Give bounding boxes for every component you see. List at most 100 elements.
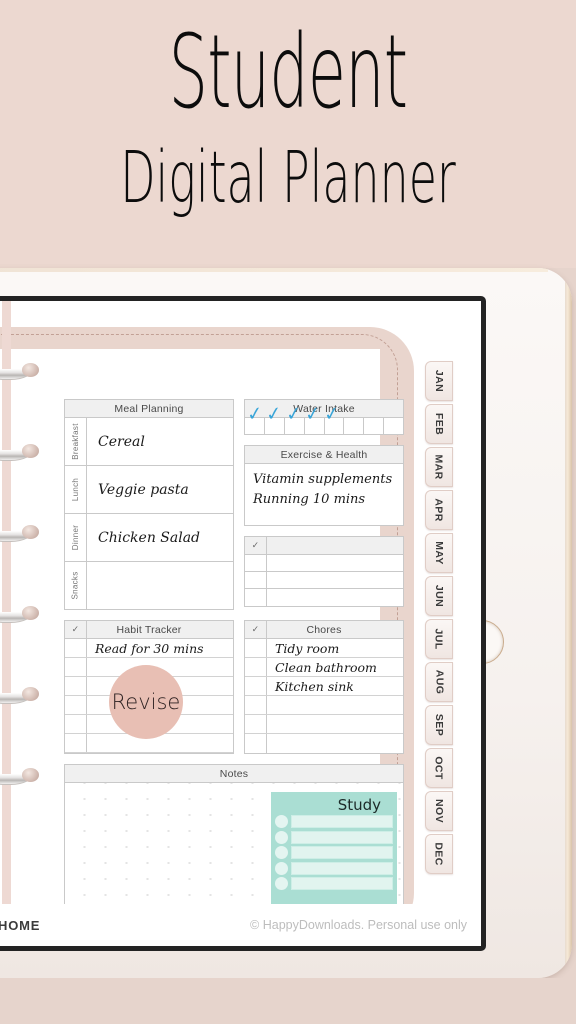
chores-title: ✓ Chores bbox=[244, 620, 404, 639]
promo-banner: Student Digital Planner bbox=[0, 0, 576, 268]
notes-card: Notes Study bbox=[64, 764, 404, 924]
study-sticker-row[interactable] bbox=[275, 846, 393, 859]
list-item[interactable] bbox=[245, 715, 403, 734]
month-tab-jan[interactable]: JAN bbox=[425, 361, 453, 401]
water-intake-cell[interactable] bbox=[265, 418, 285, 434]
binder-ring-cap bbox=[22, 525, 39, 539]
month-tab-sep[interactable]: SEP bbox=[425, 705, 453, 745]
list-item-checkbox[interactable] bbox=[65, 734, 87, 752]
list-item-checkbox[interactable] bbox=[245, 677, 267, 695]
list-item[interactable]: Kitchen sink bbox=[245, 677, 403, 696]
water-intake-cell[interactable] bbox=[344, 418, 365, 434]
list-item-checkbox[interactable] bbox=[65, 658, 87, 676]
study-sticker-bullet[interactable] bbox=[275, 861, 288, 875]
list-item-checkbox[interactable] bbox=[245, 639, 267, 657]
study-sticker-row[interactable] bbox=[275, 830, 393, 844]
meal-row[interactable]: Breakfast Cereal bbox=[64, 418, 234, 466]
list-item-checkbox[interactable] bbox=[245, 658, 267, 676]
habit-tracker-rows[interactable]: Read for 30 mins Revise bbox=[64, 639, 234, 754]
list-item[interactable]: Clean bathroom bbox=[245, 658, 403, 677]
list-item[interactable] bbox=[245, 734, 403, 753]
exercise-health-line: Vitamin supplements bbox=[253, 472, 393, 487]
list-item-checkbox[interactable] bbox=[65, 639, 87, 657]
list-item-label: Clean bathroom bbox=[275, 660, 377, 675]
revise-sticker[interactable]: Revise bbox=[109, 665, 183, 739]
meal-planning-title: Meal Planning bbox=[64, 399, 234, 418]
month-tab-jun[interactable]: JUN bbox=[425, 576, 453, 616]
exercise-health-card: Exercise & Health Vitamin supplements Run… bbox=[244, 445, 404, 526]
list-item-checkbox[interactable] bbox=[65, 696, 87, 714]
meal-row[interactable]: Lunch Veggie pasta bbox=[64, 466, 234, 514]
month-tab-nov[interactable]: NOV bbox=[425, 791, 453, 831]
month-tab-label: DEC bbox=[433, 842, 445, 866]
checklist-checkbox[interactable] bbox=[245, 589, 267, 606]
month-tab-apr[interactable]: APR bbox=[425, 490, 453, 530]
month-tab-label: NOV bbox=[433, 799, 445, 823]
month-tab-mar[interactable]: MAR bbox=[425, 447, 453, 487]
month-tab-jul[interactable]: JUL bbox=[425, 619, 453, 659]
list-item-checkbox[interactable] bbox=[245, 696, 267, 714]
study-sticker-bullet[interactable] bbox=[275, 830, 288, 844]
bezel-top-edge bbox=[0, 268, 548, 272]
top-section: Meal Planning Breakfast Cereal Lunch Veggie… bbox=[64, 399, 404, 610]
meal-row-label-text: Lunch bbox=[71, 477, 81, 502]
chores-rows[interactable]: Tidy room Clean bathroom Kitchen sink bbox=[244, 639, 404, 754]
water-intake-cell[interactable] bbox=[245, 418, 265, 434]
meal-row[interactable]: Snacks bbox=[64, 562, 234, 610]
month-tab-dec[interactable]: DEC bbox=[425, 834, 453, 874]
water-intake-cell[interactable] bbox=[384, 418, 403, 434]
checklist-row[interactable] bbox=[245, 572, 403, 589]
study-sticker-row[interactable] bbox=[275, 877, 393, 890]
water-intake-cell[interactable] bbox=[305, 418, 325, 434]
list-item-checkbox[interactable] bbox=[245, 734, 267, 753]
study-sticker-line[interactable] bbox=[291, 830, 393, 844]
list-item[interactable] bbox=[245, 696, 403, 715]
checklist-rows[interactable] bbox=[244, 555, 404, 607]
study-sticker-row[interactable] bbox=[275, 815, 393, 828]
list-item-checkbox[interactable] bbox=[65, 677, 87, 695]
binder-ring-cap bbox=[22, 363, 39, 377]
water-intake-cell[interactable] bbox=[364, 418, 385, 434]
study-sticker[interactable]: Study bbox=[271, 792, 397, 910]
month-tab-may[interactable]: MAY bbox=[425, 533, 453, 573]
study-sticker-row[interactable] bbox=[275, 861, 393, 875]
checklist-card: ✓ bbox=[244, 536, 404, 607]
study-sticker-bullet[interactable] bbox=[275, 846, 288, 859]
list-item[interactable]: Tidy room bbox=[245, 639, 403, 658]
exercise-health-lines[interactable]: Vitamin supplements Running 10 mins bbox=[244, 464, 404, 526]
notes-dot-grid[interactable]: Study bbox=[64, 783, 404, 924]
page-title: Student bbox=[168, 13, 408, 132]
list-item-checkbox[interactable] bbox=[245, 715, 267, 733]
study-sticker-bullet[interactable] bbox=[275, 815, 288, 828]
list-item[interactable]: Read for 30 mins bbox=[65, 639, 233, 658]
study-sticker-bullet[interactable] bbox=[275, 877, 288, 890]
checklist-row[interactable] bbox=[245, 589, 403, 606]
month-tab-list[interactable]: JAN FEB MAR APR MAY JUN JUL AUG SEP OCT NOV DEC bbox=[425, 361, 453, 874]
meal-row[interactable]: Dinner Chicken Salad bbox=[64, 514, 234, 562]
home-link[interactable]: HOME bbox=[0, 918, 40, 933]
water-intake-cell[interactable] bbox=[325, 418, 345, 434]
meal-row-label: Snacks bbox=[65, 562, 87, 609]
check-icon: ✓ bbox=[245, 621, 267, 638]
bezel-right-edge bbox=[565, 268, 572, 978]
study-sticker-line[interactable] bbox=[291, 846, 393, 859]
checklist-row[interactable] bbox=[245, 555, 403, 572]
study-sticker-line[interactable] bbox=[291, 877, 393, 890]
binder-ring bbox=[0, 768, 39, 791]
binder-ring bbox=[0, 687, 39, 710]
checklist-checkbox[interactable] bbox=[245, 555, 267, 571]
study-sticker-line[interactable] bbox=[291, 861, 393, 875]
month-tab-label: JAN bbox=[433, 369, 445, 393]
water-intake-cells[interactable] bbox=[244, 418, 404, 435]
list-item-label: Tidy room bbox=[275, 641, 340, 656]
checklist-checkbox[interactable] bbox=[245, 572, 267, 588]
list-item-checkbox[interactable] bbox=[65, 715, 87, 733]
study-sticker-line[interactable] bbox=[291, 815, 393, 828]
list-item-label: Read for 30 mins bbox=[95, 641, 204, 656]
month-tab-feb[interactable]: FEB bbox=[425, 404, 453, 444]
list-item-label bbox=[267, 734, 403, 753]
water-intake-cell[interactable] bbox=[285, 418, 305, 434]
month-tab-oct[interactable]: OCT bbox=[425, 748, 453, 788]
month-tab-aug[interactable]: AUG bbox=[425, 662, 453, 702]
study-sticker-rows[interactable] bbox=[275, 815, 393, 890]
